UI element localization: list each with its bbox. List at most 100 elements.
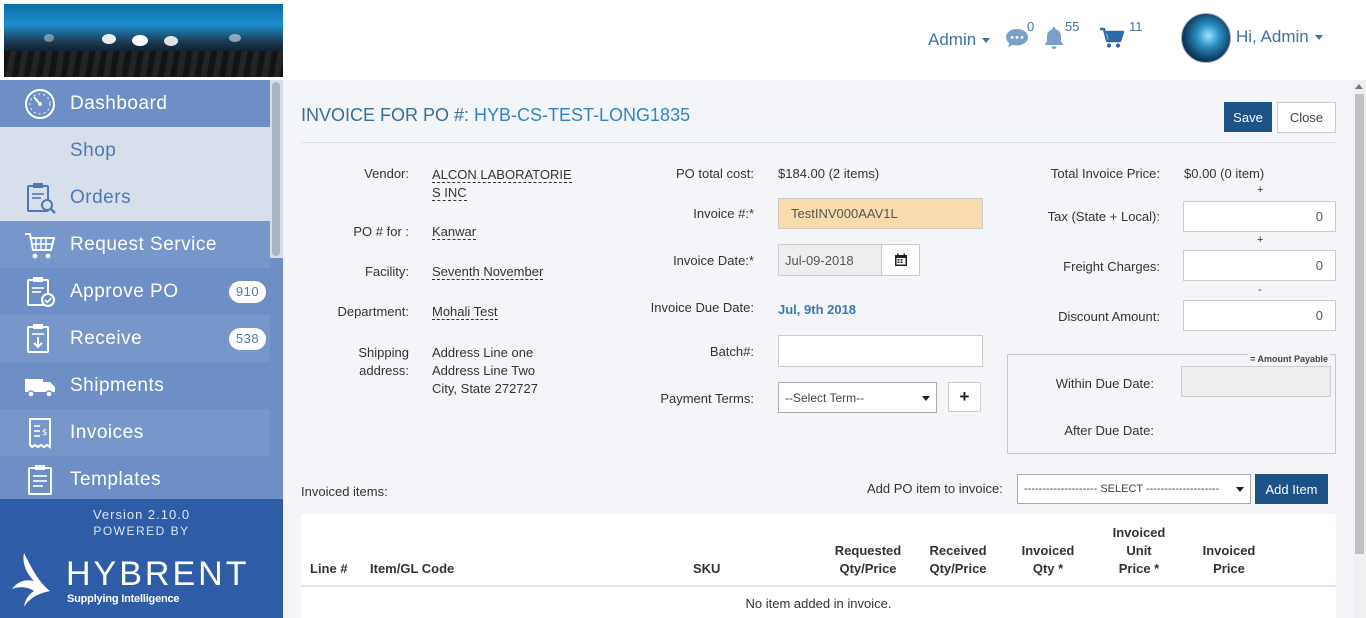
cart-icon[interactable] (1099, 27, 1125, 54)
within-due-date-label: Within Due Date: (1055, 376, 1154, 391)
sidebar-item-orders[interactable]: Orders (0, 174, 270, 221)
sidebar-item-label: Receive (70, 327, 143, 349)
amount-payable-label: = Amount Payable (1248, 354, 1330, 364)
amount-payable-box: = Amount Payable Within Due Date: After … (1007, 354, 1336, 454)
sidebar-footer: Version 2.10.0 POWERED BY HYBRENT Supply… (0, 499, 283, 618)
sidebar-item-label: Dashboard (70, 92, 168, 114)
vendor-value: ALCON LABORATORIE S INC (432, 167, 572, 201)
invoice-number-input[interactable]: TestINV000AAV1L (778, 198, 983, 229)
sidebar-item-approve-po[interactable]: Approve PO 910 (0, 268, 270, 315)
invoice-icon: $ (23, 416, 57, 450)
scrollbar-thumb[interactable] (1355, 94, 1364, 554)
po-item-select-value: -------------------- SELECT ------------… (1024, 483, 1220, 495)
calendar-icon (894, 253, 907, 266)
cart-count: 11 (1129, 19, 1143, 34)
dropdown-arrow-icon (1236, 487, 1244, 492)
calendar-button[interactable] (881, 244, 920, 276)
sidebar-scrollbar[interactable] (270, 80, 283, 258)
approve-clipboard-icon (23, 275, 57, 309)
save-button[interactable]: Save (1224, 102, 1272, 132)
admin-menu-label: Admin (928, 30, 977, 49)
invoice-date-input[interactable]: Jul-09-2018 (778, 244, 882, 276)
plus-sign: + (1257, 184, 1264, 196)
after-due-date-label: After Due Date: (1064, 423, 1154, 438)
table-header-divider (301, 585, 1336, 587)
total-invoice-price-value: $0.00 (0 item) (1184, 166, 1265, 181)
app-version: Version 2.10.0 (92, 507, 191, 522)
sidebar-item-label: Approve PO (70, 280, 179, 302)
freight-charges-label: Freight Charges: (1063, 259, 1160, 274)
user-menu[interactable]: Hi, Admin (1236, 27, 1323, 47)
sidebar: Dashboard Shop Orders Request Service Ap… (0, 80, 283, 618)
po-for-label: PO # for : (353, 224, 409, 239)
admin-menu[interactable]: Admin (928, 30, 991, 50)
batch-input[interactable] (778, 335, 983, 367)
invoiced-items-table: Line # Item/GL Code SKU Requested Qty/Pri… (301, 514, 1336, 618)
vendor-label: Vendor: (364, 166, 409, 181)
sidebar-item-request-service[interactable]: Request Service (0, 221, 270, 268)
discount-amount-input[interactable]: 0 (1183, 300, 1336, 331)
payment-terms-select[interactable]: --Select Term-- (778, 382, 937, 413)
user-avatar[interactable] (1181, 13, 1231, 63)
chevron-down-icon (1314, 34, 1323, 40)
facility-label: Facility: (364, 264, 409, 279)
powered-by-label: POWERED BY (93, 524, 190, 538)
notifications-count: 55 (1065, 19, 1080, 34)
freight-charges-input[interactable]: 0 (1183, 250, 1336, 281)
column-header-line: Line # (310, 561, 348, 576)
request-service-cart-icon (23, 228, 57, 262)
dashboard-gauge-icon (23, 87, 57, 121)
receive-count-badge: 538 (229, 327, 266, 350)
invoiced-items-label: Invoiced items: (301, 484, 388, 499)
page-title-prefix: INVOICE FOR PO #: (301, 105, 475, 125)
tax-label: Tax (State + Local): (1047, 209, 1160, 224)
top-header: Admin 0 55 11 Hi, Admin (283, 0, 1366, 80)
divider (301, 142, 1336, 143)
svg-text:$: $ (42, 428, 48, 438)
sidebar-item-invoices[interactable]: $ Invoices (0, 409, 270, 456)
header-banner-image (4, 4, 283, 77)
add-item-button[interactable]: Add Item (1255, 474, 1328, 504)
tax-input[interactable]: 0 (1183, 201, 1336, 232)
sidebar-item-dashboard[interactable]: Dashboard (0, 80, 270, 127)
column-header-sku: SKU (693, 561, 721, 576)
chevron-down-icon (982, 37, 991, 43)
column-header-received: Received Qty/Price (929, 543, 987, 576)
close-button[interactable]: Close (1277, 102, 1336, 133)
dropdown-arrow-icon (922, 395, 930, 401)
add-po-item-label: Add PO item to invoice: (867, 481, 1003, 496)
column-header-invoiced-unit-price: Invoiced Unit Price * (1112, 525, 1166, 576)
orders-clipboard-search-icon (23, 181, 57, 215)
sidebar-item-shipments[interactable]: Shipments (0, 362, 270, 409)
column-header-requested: Requested Qty/Price (834, 543, 902, 576)
scroll-up-arrow-icon[interactable] (1355, 84, 1363, 89)
po-total-cost-value: $184.00 (2 items) (778, 166, 880, 181)
sidebar-item-label: Templates (70, 468, 162, 490)
add-payment-term-button[interactable]: + (948, 382, 981, 412)
column-header-item-gl-code: Item/GL Code (370, 561, 455, 576)
po-item-select[interactable]: -------------------- SELECT ------------… (1017, 474, 1251, 504)
invoice-form: INVOICE FOR PO #: HYB-CS-TEST-LONG1835 S… (283, 80, 1353, 618)
plus-sign: + (1257, 234, 1264, 246)
sidebar-item-label: Shipments (70, 374, 165, 396)
sidebar-item-shop[interactable]: Shop (0, 127, 270, 174)
approve-po-count-badge: 910 (229, 280, 266, 303)
within-due-date-input[interactable] (1181, 366, 1331, 397)
page-scrollbar[interactable] (1353, 80, 1366, 618)
sidebar-item-label: Shop (70, 139, 117, 161)
notifications-bell-icon[interactable] (1042, 25, 1066, 56)
po-for-value: Kanwar (432, 224, 477, 240)
hybrent-bird-logo-icon (10, 551, 52, 607)
receive-clipboard-icon (23, 322, 57, 356)
empty-table-message: No item added in invoice. (745, 596, 892, 611)
user-greeting: Hi, Admin (1236, 27, 1309, 46)
invoice-due-date-value: Jul, 9th 2018 (778, 302, 857, 317)
po-total-cost-label: PO total cost: (675, 166, 754, 181)
invoice-number-label: Invoice #:* (693, 206, 754, 221)
discount-amount-label: Discount Amount: (1058, 309, 1160, 324)
truck-icon (23, 369, 57, 403)
sidebar-item-templates[interactable]: Templates (0, 456, 270, 503)
facility-value: Seventh November (432, 264, 544, 280)
sidebar-item-receive[interactable]: Receive 538 (0, 315, 270, 362)
total-invoice-price-label: Total Invoice Price: (1050, 166, 1160, 181)
